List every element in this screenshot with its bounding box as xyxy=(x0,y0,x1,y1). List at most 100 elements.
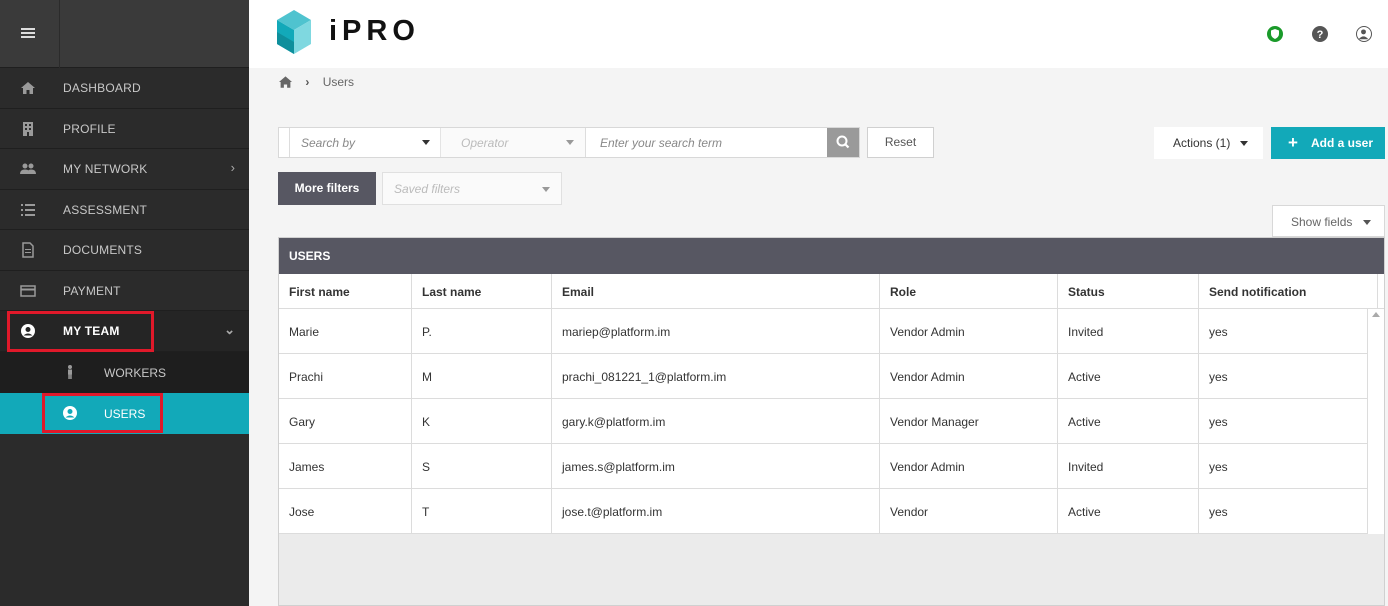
credit-card-icon xyxy=(20,284,36,297)
cell-email: jose.t@platform.im xyxy=(552,489,880,533)
cell-status: Active xyxy=(1058,354,1199,398)
cell-status: Invited xyxy=(1058,444,1199,488)
sidebar-item-my-network[interactable]: MY NETWORK › xyxy=(0,149,249,190)
cell-status: Invited xyxy=(1058,309,1199,353)
search-term-placeholder: Enter your search term xyxy=(600,136,723,150)
table-row[interactable]: Jose T jose.t@platform.im Vendor Active … xyxy=(279,489,1384,534)
cell-email: gary.k@platform.im xyxy=(552,399,880,443)
scroll-up-arrow-icon[interactable] xyxy=(1372,312,1380,317)
sidebar-item-label: DASHBOARD xyxy=(63,81,141,95)
sidebar-subitem-workers[interactable]: WORKERS xyxy=(0,351,249,393)
sidebar-item-label: PAYMENT xyxy=(63,283,121,298)
user-circle-icon xyxy=(21,324,35,338)
sidebar-subitem-users[interactable]: USERS xyxy=(0,392,249,434)
saved-filters-placeholder: Saved filters xyxy=(394,182,461,196)
saved-filters-select[interactable]: Saved filters xyxy=(382,172,562,205)
cell-status: Active xyxy=(1058,399,1199,443)
operator-select[interactable]: Operator xyxy=(440,128,585,157)
help-icon[interactable]: ? xyxy=(1312,26,1328,42)
table-header-row: First name Last name Email Role Status S… xyxy=(279,274,1384,309)
breadcrumb-separator-icon: › xyxy=(305,75,310,89)
sidebar-item-dashboard[interactable]: DASHBOARD xyxy=(0,68,249,109)
cell-last-name: S xyxy=(412,444,552,488)
plus-icon: + xyxy=(1288,133,1298,152)
breadcrumb: › Users xyxy=(279,75,354,89)
cell-role: Vendor Admin xyxy=(880,354,1058,398)
hamburger-icon[interactable] xyxy=(21,28,35,38)
main-content: › Users Search by Operator Enter your se… xyxy=(249,68,1388,606)
table-title: USERS xyxy=(279,238,1384,274)
more-filters-button[interactable]: More filters xyxy=(278,172,376,205)
cell-email: james.s@platform.im xyxy=(552,444,880,488)
cell-role: Vendor Admin xyxy=(880,444,1058,488)
cell-first-name: James xyxy=(279,444,412,488)
ipro-logo-icon[interactable] xyxy=(277,10,311,54)
table-row[interactable]: Prachi M prachi_081221_1@platform.im Ven… xyxy=(279,354,1384,399)
sidebar-item-label: MY NETWORK xyxy=(63,162,148,176)
search-icon xyxy=(836,135,850,149)
sidebar-item-assessment[interactable]: ASSESSMENT xyxy=(0,190,249,230)
sidebar-item-documents[interactable]: DOCUMENTS xyxy=(0,230,249,271)
logo-text: iPRO xyxy=(329,15,420,47)
column-header[interactable]: Role xyxy=(880,274,1058,308)
add-user-button[interactable]: + Add a user xyxy=(1271,127,1385,159)
table-scrollbar[interactable] xyxy=(1368,309,1384,534)
cell-first-name: Gary xyxy=(279,399,412,443)
breadcrumb-current: Users xyxy=(322,75,355,89)
show-fields-button[interactable]: Show fields xyxy=(1272,205,1385,237)
cell-send-notification: yes xyxy=(1199,444,1368,488)
sidebar: DASHBOARD PROFILE MY NETWORK › ASSESSMEN… xyxy=(0,0,249,606)
column-header[interactable]: Send notification xyxy=(1199,274,1378,308)
cell-first-name: Jose xyxy=(279,489,412,533)
menu-toggle[interactable] xyxy=(0,0,60,68)
cell-status: Active xyxy=(1058,489,1199,533)
column-header[interactable]: Email xyxy=(552,274,880,308)
sidebar-item-label: PROFILE xyxy=(63,121,116,136)
sidebar-subitem-label: WORKERS xyxy=(104,365,167,380)
user-circle-icon xyxy=(63,405,77,420)
table-row[interactable]: Gary K gary.k@platform.im Vendor Manager… xyxy=(279,399,1384,444)
chevron-right-icon: › xyxy=(230,160,235,175)
reset-button[interactable]: Reset xyxy=(867,127,934,158)
sidebar-item-profile[interactable]: PROFILE xyxy=(0,109,249,149)
show-fields-label: Show fields xyxy=(1291,215,1353,229)
cell-last-name: T xyxy=(412,489,552,533)
actions-dropdown[interactable]: Actions (1) xyxy=(1154,127,1263,159)
caret-down-icon xyxy=(422,140,430,145)
list-icon xyxy=(21,203,35,216)
cell-role: Vendor Admin xyxy=(880,309,1058,353)
caret-down-icon xyxy=(1240,141,1248,146)
cell-last-name: K xyxy=(412,399,552,443)
column-header[interactable]: First name xyxy=(279,274,412,308)
sidebar-item-my-team[interactable]: MY TEAM ⌄ xyxy=(0,311,249,352)
sidebar-subitem-label: USERS xyxy=(104,406,146,421)
home-icon xyxy=(21,82,35,94)
table-row[interactable]: James S james.s@platform.im Vendor Admin… xyxy=(279,444,1384,489)
sidebar-top xyxy=(0,0,249,68)
search-by-select[interactable]: Search by xyxy=(289,128,439,157)
cell-first-name: Marie xyxy=(279,309,412,353)
cell-role: Vendor xyxy=(880,489,1058,533)
account-icon[interactable] xyxy=(1356,26,1372,42)
users-icon xyxy=(20,163,36,174)
column-header[interactable]: Last name xyxy=(412,274,552,308)
svg-text:?: ? xyxy=(1317,29,1324,41)
search-button[interactable] xyxy=(827,128,859,157)
cell-send-notification: yes xyxy=(1199,354,1368,398)
person-icon xyxy=(68,364,72,379)
table-row[interactable]: Marie P. mariep@platform.im Vendor Admin… xyxy=(279,309,1384,354)
building-icon xyxy=(23,121,33,136)
column-header[interactable]: Status xyxy=(1058,274,1199,308)
cell-send-notification: yes xyxy=(1199,489,1368,533)
cell-first-name: Prachi xyxy=(279,354,412,398)
shield-badge-icon[interactable] xyxy=(1267,26,1283,42)
sidebar-item-payment[interactable]: PAYMENT xyxy=(0,271,249,311)
add-user-label: Add a user xyxy=(1311,136,1374,150)
cell-send-notification: yes xyxy=(1199,399,1368,443)
actions-label: Actions (1) xyxy=(1173,136,1231,150)
search-by-placeholder: Search by xyxy=(301,136,356,150)
cell-send-notification: yes xyxy=(1199,309,1368,353)
search-term-input[interactable]: Enter your search term xyxy=(585,128,827,157)
home-icon[interactable] xyxy=(279,76,292,88)
search-group: Search by Operator Enter your search ter… xyxy=(278,127,860,158)
